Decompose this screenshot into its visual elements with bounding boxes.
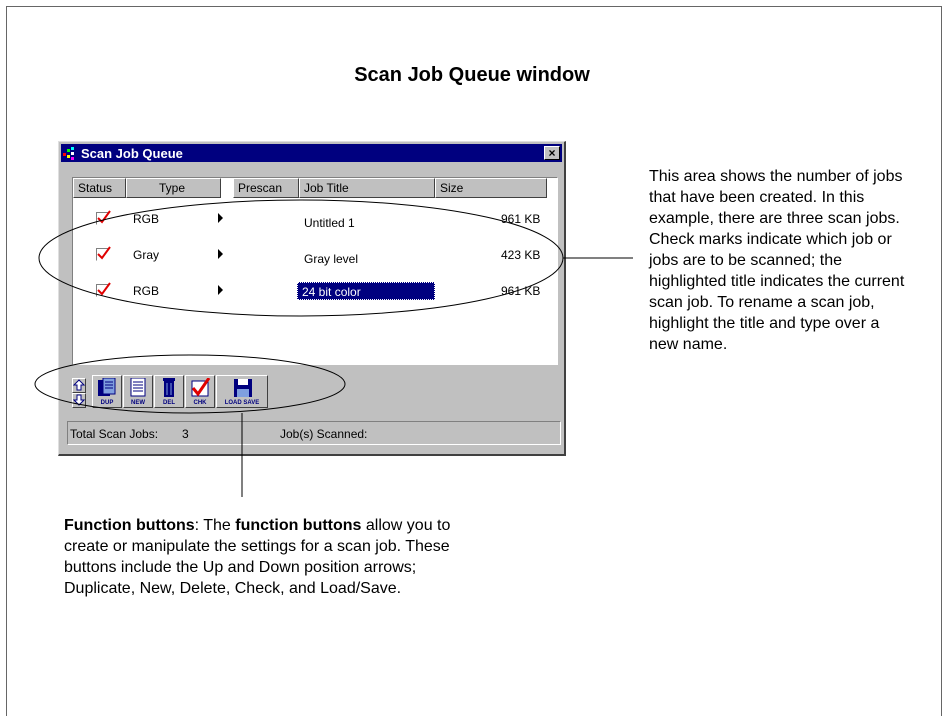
- function-buttons-ellipse: [34, 354, 346, 414]
- job-area-ellipse: [38, 199, 564, 317]
- function-buttons-term: Function buttons: [64, 517, 195, 534]
- function-buttons-sep: : The: [194, 517, 236, 534]
- function-buttons-description: Function buttons: The function buttons a…: [64, 515, 484, 599]
- job-area-description: This area shows the number of jobs that …: [649, 168, 905, 353]
- annotation-layer: [34, 199, 633, 497]
- function-buttons-term-2: function buttons: [235, 517, 362, 534]
